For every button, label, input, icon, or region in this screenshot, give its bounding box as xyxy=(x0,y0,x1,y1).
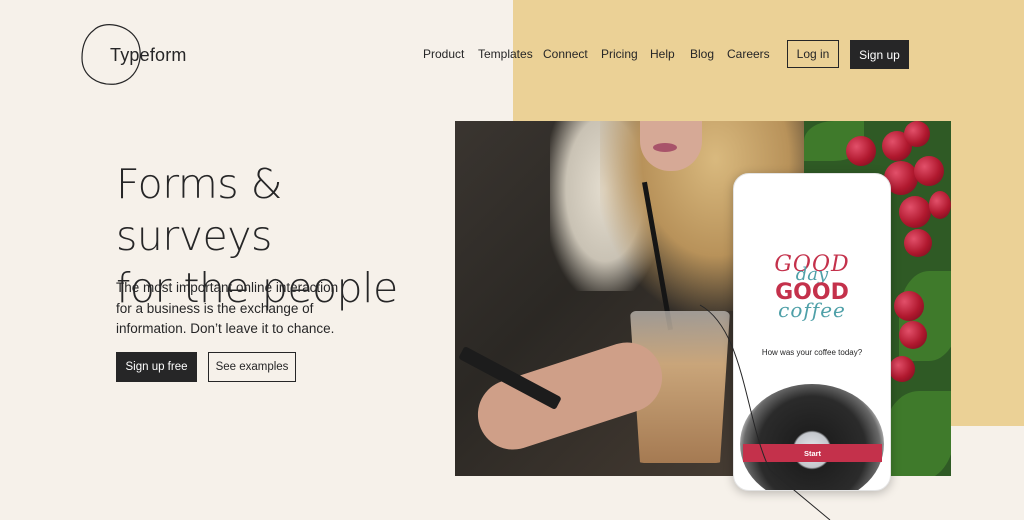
logo-wordmark[interactable]: Typeform xyxy=(110,45,187,66)
mockup-start-button[interactable]: Start xyxy=(743,444,882,462)
coffee-cherry xyxy=(889,356,915,382)
nav-item-connect[interactable]: Connect xyxy=(543,47,588,61)
mockup-question: How was your coffee today? xyxy=(761,348,863,357)
coffee-cherry xyxy=(899,321,927,349)
nav-item-blog[interactable]: Blog xyxy=(690,47,714,61)
coffee-cherry xyxy=(914,156,944,186)
signup-free-button[interactable]: Sign up free xyxy=(116,352,197,382)
hero-subtitle-line-3: information. Don’t leave it to chance. xyxy=(116,321,335,336)
nav-item-pricing[interactable]: Pricing xyxy=(601,47,638,61)
login-button[interactable]: Log in xyxy=(787,40,839,68)
mockup-coffee-cup-image xyxy=(740,384,884,490)
coffee-cherry xyxy=(929,191,951,219)
see-examples-button[interactable]: See examples xyxy=(208,352,296,382)
nav-item-careers[interactable]: Careers xyxy=(727,47,770,61)
photo-lips xyxy=(653,143,677,152)
signup-button[interactable]: Sign up xyxy=(850,40,909,69)
coffee-cherry xyxy=(904,121,930,147)
hero-subtitle: The most important online interaction fo… xyxy=(116,278,366,340)
mockup-coffee: coffee xyxy=(778,298,846,322)
coffee-cherry xyxy=(894,291,924,321)
leaf-shape xyxy=(884,391,951,476)
nav-item-templates[interactable]: Templates xyxy=(478,47,533,61)
nav-item-product[interactable]: Product xyxy=(423,47,464,61)
phone-mockup: GOOD day GOOD coffee How was your coffee… xyxy=(733,173,891,491)
hero-subtitle-line-2: for a business is the exchange of xyxy=(116,300,314,316)
hero-title-line-1: Forms & surveys xyxy=(116,160,283,260)
coffee-cherry xyxy=(899,196,931,228)
hero-subtitle-line-1: The most important online interaction xyxy=(116,280,339,295)
nav-item-help[interactable]: Help xyxy=(650,47,675,61)
coffee-cherry xyxy=(904,229,932,257)
coffee-cherry xyxy=(846,136,876,166)
